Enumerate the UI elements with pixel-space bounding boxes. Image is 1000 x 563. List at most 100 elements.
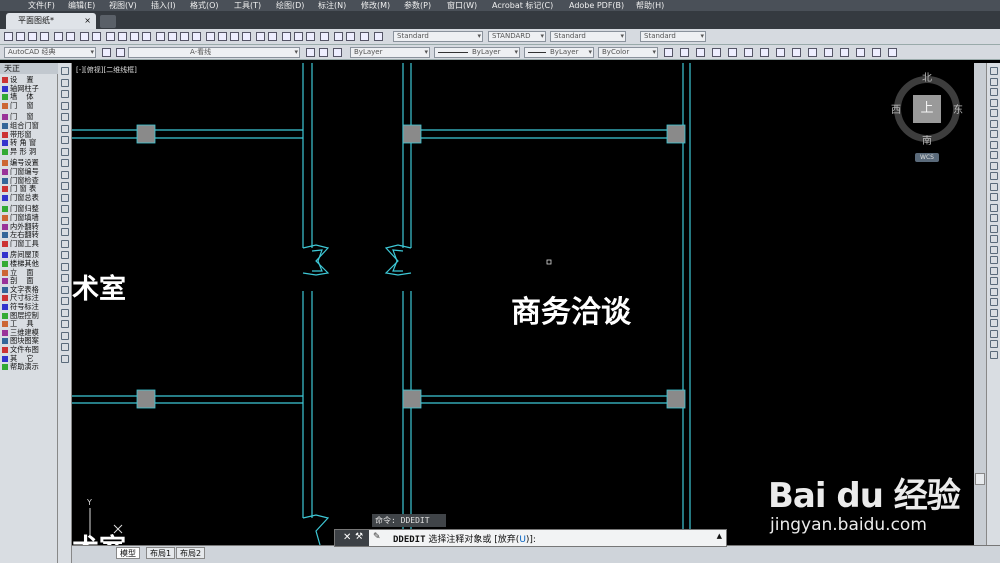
toolbar-tool-icon[interactable] [242, 32, 251, 41]
plotstyle-select[interactable]: ByColor [598, 47, 658, 58]
tab-layout1[interactable]: 布局1 [146, 547, 176, 559]
modify-tool-icon[interactable] [990, 319, 998, 327]
close-tab-icon[interactable]: × [84, 13, 91, 28]
draw-tool-icon[interactable] [61, 193, 69, 202]
draw-tool-icon[interactable] [61, 251, 69, 259]
toolbar-tool-icon[interactable] [118, 32, 127, 41]
toolbar-tool-icon[interactable] [824, 48, 833, 57]
palette-item[interactable]: 门窗总表 [2, 193, 39, 202]
tab-model[interactable]: 模型 [116, 547, 140, 559]
document-tab[interactable]: 平面图纸* × [6, 13, 96, 29]
draw-tool-icon[interactable] [61, 331, 69, 340]
compass-east[interactable]: 东 [953, 101, 963, 116]
vertical-scrollbar[interactable] [974, 63, 986, 545]
modify-tool-icon[interactable] [990, 172, 998, 180]
menu-parametric[interactable]: 参数(P) [404, 0, 431, 11]
new-tab-button[interactable] [100, 15, 116, 28]
draw-tool-icon[interactable] [61, 285, 69, 294]
draw-tool-icon[interactable] [61, 297, 69, 305]
toolbar-tool-icon[interactable] [680, 48, 689, 57]
draw-tool-icon[interactable] [61, 101, 69, 110]
ucs-menu-button[interactable]: WCS [915, 153, 939, 162]
toolbar-tool-icon[interactable] [792, 48, 801, 57]
caret-up-icon[interactable]: ▲ [717, 532, 722, 540]
toolbar-tool-icon[interactable] [192, 32, 201, 41]
toolbar-tool-icon[interactable] [66, 32, 75, 41]
modify-tool-icon[interactable] [990, 161, 998, 170]
toolbar-tool-icon[interactable] [142, 32, 151, 41]
workspace-settings-icon[interactable] [102, 48, 111, 57]
dim-style-select[interactable]: STANDARD [488, 31, 546, 42]
draw-tool-icon[interactable] [61, 354, 69, 363]
modify-tool-icon[interactable] [990, 203, 998, 212]
compass-south[interactable]: 南 [922, 132, 932, 147]
menu-tools[interactable]: 工具(T) [234, 0, 261, 11]
layer-select[interactable]: A-看线 [128, 47, 300, 58]
toolbar-tool-icon[interactable] [268, 32, 277, 41]
wrench-icon[interactable]: ⚒ [355, 532, 363, 542]
command-line[interactable]: ✕ ⚒ ✎ DDEDIT 选择注释对象或 [放弃(U)]: ▲ [334, 529, 727, 547]
toolbar-tool-icon[interactable] [206, 32, 215, 41]
modify-tool-icon[interactable] [990, 340, 998, 348]
draw-tool-icon[interactable] [61, 170, 69, 179]
toolbar-tool-icon[interactable] [744, 48, 753, 57]
toolbar-tool-icon[interactable] [40, 32, 49, 41]
draw-tool-icon[interactable] [61, 124, 69, 133]
menu-draw[interactable]: 绘图(D) [276, 0, 304, 11]
toolbar-tool-icon[interactable] [92, 32, 101, 41]
draw-tool-icon[interactable] [61, 239, 69, 248]
toolbar-tool-icon[interactable] [106, 32, 115, 41]
menu-modify[interactable]: 修改(M) [361, 0, 390, 11]
modify-tool-icon[interactable] [990, 224, 998, 233]
draw-tool-icon[interactable] [61, 90, 69, 98]
linetype-select[interactable]: ByLayer [434, 47, 520, 58]
toolbar-tool-icon[interactable] [360, 32, 369, 41]
modify-tool-icon[interactable] [990, 298, 998, 306]
toolbar-tool-icon[interactable] [840, 48, 849, 57]
toolbar-tool-icon[interactable] [728, 48, 737, 57]
compass-north[interactable]: 北 [922, 69, 932, 84]
menu-dimension[interactable]: 标注(N) [318, 0, 346, 11]
modify-tool-icon[interactable] [990, 98, 998, 107]
modify-tool-icon[interactable] [990, 256, 998, 264]
toolbar-tool-icon[interactable] [294, 32, 303, 41]
modify-tool-icon[interactable] [990, 67, 998, 75]
text-style-select[interactable]: Standard [393, 31, 483, 42]
menu-insert[interactable]: 插入(I) [151, 0, 176, 11]
palette-item[interactable]: 门窗工具 [2, 239, 39, 248]
modify-tool-icon[interactable] [990, 235, 998, 243]
toolbar-tool-icon[interactable] [256, 32, 265, 41]
color-select[interactable]: ByLayer [350, 47, 430, 58]
modify-tool-icon[interactable] [990, 130, 998, 138]
tab-layout2[interactable]: 布局2 [176, 547, 206, 559]
draw-tool-icon[interactable] [61, 262, 69, 271]
modify-tool-icon[interactable] [990, 193, 998, 201]
room-label[interactable]: 商务洽谈 [511, 287, 631, 331]
toolbar-tool-icon[interactable] [180, 32, 189, 41]
modify-tool-icon[interactable] [990, 350, 998, 359]
toolbar-tool-icon[interactable] [872, 48, 881, 57]
toolbar-tool-icon[interactable] [306, 32, 315, 41]
draw-tool-icon[interactable] [61, 308, 69, 317]
command-prompt[interactable]: DDEDIT 选择注释对象或 [放弃(U)]: [393, 532, 536, 545]
draw-tool-icon[interactable] [61, 182, 69, 190]
close-icon[interactable]: ✕ [343, 532, 351, 543]
draw-tool-icon[interactable] [61, 159, 69, 167]
palette-item[interactable]: 帮助演示 [2, 363, 39, 371]
modify-tool-icon[interactable] [990, 214, 998, 222]
layer-previous-icon[interactable] [319, 48, 328, 57]
toolbar-tool-icon[interactable] [776, 48, 785, 57]
draw-tool-icon[interactable] [61, 228, 69, 236]
viewcube-face[interactable]: 上 [913, 95, 941, 123]
modify-tool-icon[interactable] [990, 245, 998, 254]
draw-tool-icon[interactable] [61, 343, 69, 351]
draw-tool-icon[interactable] [61, 147, 69, 156]
draw-tool-icon[interactable] [61, 67, 69, 75]
toolbar-tool-icon[interactable] [54, 32, 63, 41]
toolbar-tool-icon[interactable] [760, 48, 769, 57]
modify-tool-icon[interactable] [990, 277, 998, 285]
menu-acrobat[interactable]: Acrobat 标记(C) [492, 0, 553, 11]
toolbar-tool-icon[interactable] [664, 48, 673, 57]
draw-tool-icon[interactable] [61, 320, 69, 328]
toolbar-tool-icon[interactable] [712, 48, 721, 57]
